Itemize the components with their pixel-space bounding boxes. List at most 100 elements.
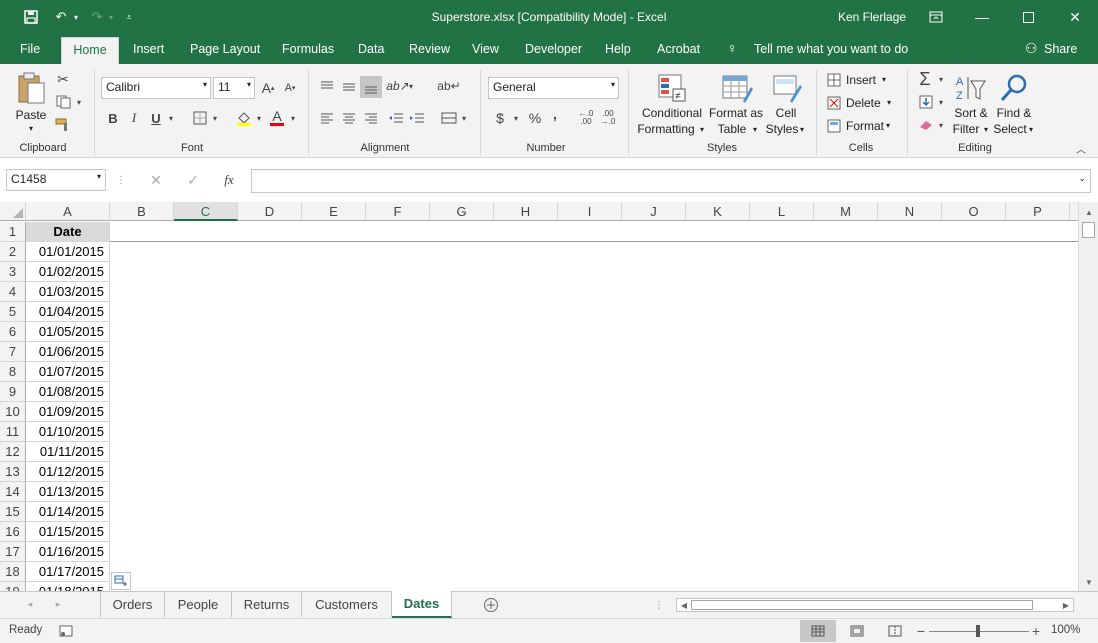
cut-icon[interactable]: ✂	[55, 71, 71, 87]
currency-dropdown-icon[interactable]: ▾	[511, 110, 521, 126]
sort-filter-label-2[interactable]: Filter	[950, 121, 982, 137]
page-break-view-icon[interactable]	[878, 620, 912, 642]
normal-view-icon[interactable]	[800, 620, 836, 642]
find-select-label-2[interactable]: Select	[992, 121, 1028, 137]
delete-cells-icon[interactable]	[826, 95, 842, 111]
date-cell[interactable]: 01/03/2015	[26, 282, 110, 302]
format-as-table-label-1[interactable]: Format as	[707, 105, 765, 121]
tab-formulas[interactable]: Formulas	[282, 42, 334, 56]
date-cell[interactable]: 01/10/2015	[26, 422, 110, 442]
row-header[interactable]: 2	[0, 242, 26, 262]
comma-button[interactable]: ,	[548, 104, 562, 124]
name-box[interactable]: C1458 ▾	[6, 169, 106, 191]
increase-font-size-icon[interactable]: A ▴	[259, 78, 277, 98]
fill-color-dropdown-icon[interactable]: ▾	[254, 110, 264, 126]
font-color-icon[interactable]: A	[268, 106, 286, 128]
date-cell[interactable]: 01/09/2015	[26, 402, 110, 422]
date-cell[interactable]: 01/17/2015	[26, 562, 110, 582]
conditional-formatting-label-1[interactable]: Conditional	[637, 105, 707, 121]
find-select-icon[interactable]	[997, 71, 1031, 105]
column-header-m[interactable]: M	[814, 202, 878, 221]
tab-review[interactable]: Review	[409, 42, 450, 56]
row-header[interactable]: 10	[0, 402, 26, 422]
date-cell[interactable]: 01/15/2015	[26, 522, 110, 542]
row-header[interactable]: 7	[0, 342, 26, 362]
align-center-icon[interactable]	[339, 108, 359, 128]
prev-sheet-icon[interactable]: ◂	[24, 597, 36, 611]
scroll-down-icon[interactable]: ▼	[1083, 576, 1095, 588]
sort-filter-label-1[interactable]: Sort &	[952, 105, 990, 121]
zoom-in-icon[interactable]: +	[1030, 623, 1042, 639]
format-cells-icon[interactable]	[826, 118, 842, 134]
paste-dropdown-icon[interactable]: ▾	[26, 121, 36, 137]
underline-dropdown-icon[interactable]: ▾	[166, 110, 176, 126]
cancel-entry-icon[interactable]: ✕	[146, 171, 166, 189]
row-header[interactable]: 5	[0, 302, 26, 322]
column-header-p[interactable]: P	[1006, 202, 1070, 221]
sheet-tab-orders[interactable]: Orders	[101, 592, 165, 617]
close-icon[interactable]: ✕	[1052, 0, 1098, 34]
date-cell[interactable]: 01/08/2015	[26, 382, 110, 402]
date-cell[interactable]: 01/07/2015	[26, 362, 110, 382]
conditional-formatting-label-2[interactable]: Formatting	[634, 121, 698, 137]
borders-dropdown-icon[interactable]: ▾	[210, 110, 220, 126]
tab-help[interactable]: Help	[605, 42, 631, 56]
date-cell[interactable]: 01/06/2015	[26, 342, 110, 362]
conditional-formatting-icon[interactable]: ≠	[656, 71, 688, 105]
percent-button[interactable]: %	[526, 108, 544, 128]
date-cell[interactable]: 01/01/2015	[26, 242, 110, 262]
column-header-a[interactable]: A	[26, 202, 110, 221]
new-sheet-icon[interactable]	[482, 597, 500, 613]
column-header-d[interactable]: D	[238, 202, 302, 221]
sheet-tab-returns[interactable]: Returns	[232, 592, 302, 617]
bold-button[interactable]: B	[105, 108, 121, 128]
quick-analysis-icon[interactable]	[111, 572, 131, 590]
column-header-j[interactable]: J	[622, 202, 686, 221]
column-header-o[interactable]: O	[942, 202, 1006, 221]
tab-data[interactable]: Data	[358, 42, 384, 56]
format-painter-icon[interactable]	[54, 117, 72, 133]
resize-handle-icon[interactable]: ⋮	[116, 171, 126, 189]
scroll-left-icon[interactable]: ◀	[679, 599, 689, 611]
insert-cells-button[interactable]: Insert	[846, 72, 876, 88]
find-select-label-1[interactable]: Find &	[994, 105, 1034, 121]
row-header[interactable]: 12	[0, 442, 26, 462]
font-size-select[interactable]: 11 ▾	[213, 77, 255, 99]
date-cell[interactable]: 01/18/2015	[26, 582, 110, 591]
date-cell[interactable]: 01/05/2015	[26, 322, 110, 342]
row-header[interactable]: 8	[0, 362, 26, 382]
autosum-icon[interactable]: Σ	[915, 69, 935, 89]
date-cell[interactable]: 01/16/2015	[26, 542, 110, 562]
horizontal-scroll-thumb[interactable]	[691, 600, 1033, 610]
row-header[interactable]: 11	[0, 422, 26, 442]
copy-dropdown-icon[interactable]: ▾	[74, 95, 84, 109]
row-header[interactable]: 16	[0, 522, 26, 542]
clear-eraser-icon[interactable]	[917, 117, 935, 133]
ribbon-display-options-icon[interactable]	[913, 0, 959, 34]
row-header[interactable]: 19	[0, 582, 26, 591]
format-as-table-icon[interactable]	[720, 71, 754, 105]
worksheet-grid[interactable]: A B C D E F G H I J K L M N O P 1 Date 2 01…	[0, 202, 1078, 591]
row-header[interactable]: 14	[0, 482, 26, 502]
header-cell[interactable]: Date	[26, 222, 110, 242]
scroll-right-icon[interactable]: ▶	[1061, 599, 1071, 611]
column-header-h[interactable]: H	[494, 202, 558, 221]
orientation-dropdown-icon[interactable]: ▾	[406, 78, 416, 94]
row-header[interactable]: 6	[0, 322, 26, 342]
sheet-tab-people[interactable]: People	[165, 592, 232, 617]
formula-input[interactable]: ⌄	[251, 169, 1091, 193]
currency-button[interactable]: $	[492, 108, 508, 128]
fill-icon[interactable]	[917, 94, 935, 110]
column-header-l[interactable]: L	[750, 202, 814, 221]
page-layout-view-icon[interactable]	[840, 620, 874, 642]
tab-acrobat[interactable]: Acrobat	[657, 42, 700, 56]
column-header-c[interactable]: C	[174, 202, 238, 221]
collapse-ribbon-icon[interactable]: ︿	[1074, 142, 1088, 156]
bottom-align-icon[interactable]	[360, 76, 382, 98]
date-cell[interactable]: 01/04/2015	[26, 302, 110, 322]
increase-indent-icon[interactable]	[407, 108, 427, 128]
sheet-tab-customers[interactable]: Customers	[302, 592, 392, 617]
sheet-tab-dates[interactable]: Dates	[392, 591, 452, 618]
column-header-g[interactable]: G	[430, 202, 494, 221]
confirm-entry-icon[interactable]: ✓	[183, 171, 203, 189]
